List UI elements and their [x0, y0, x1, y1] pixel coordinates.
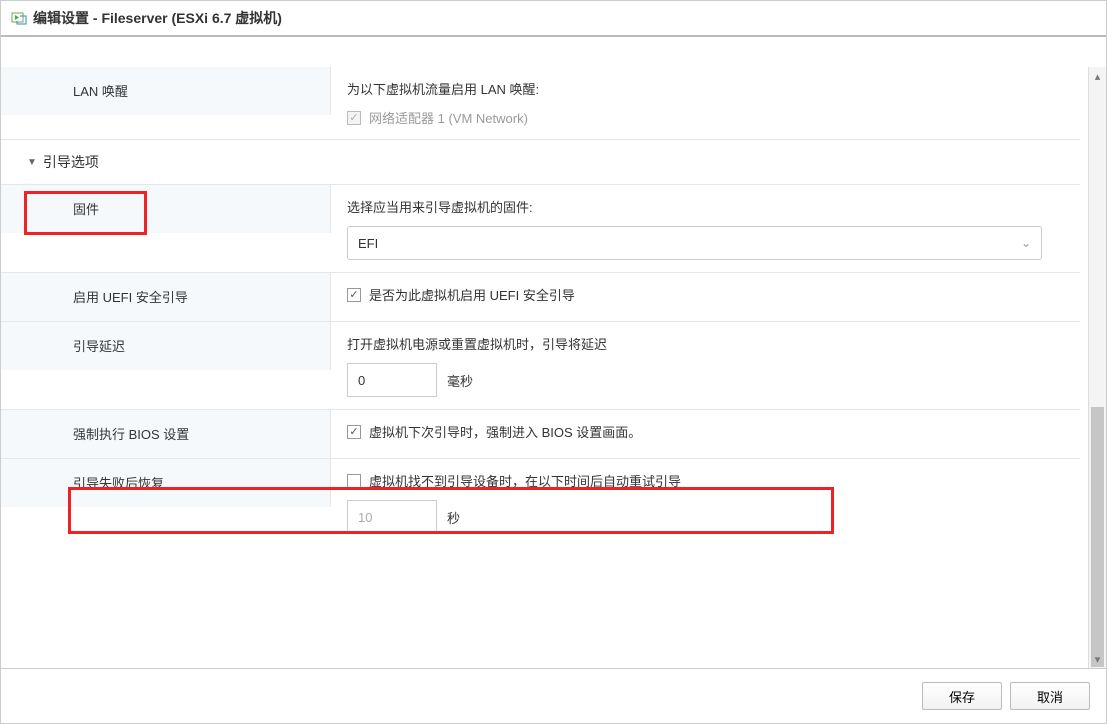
form-area: LAN 唤醒 为以下虚拟机流量启用 LAN 唤醒: 网络适配器 1 (VM Ne…: [1, 67, 1088, 668]
value-firmware: 选择应当用来引导虚拟机的固件: EFI ⌄: [331, 185, 1080, 272]
firmware-desc: 选择应当用来引导虚拟机的固件:: [347, 197, 1064, 216]
value-lan-wake: 为以下虚拟机流量启用 LAN 唤醒: 网络适配器 1 (VM Network): [331, 67, 1080, 139]
value-boot-fail-retry: 虚拟机找不到引导设备时，在以下时间后自动重试引导 秒: [331, 459, 1080, 546]
label-text: 强制执行 BIOS 设置: [73, 424, 189, 443]
force-bios-label: 虚拟机下次引导时，强制进入 BIOS 设置画面。: [369, 422, 641, 441]
boot-options-header[interactable]: ▼ 引导选项: [1, 140, 1080, 184]
boot-fail-retry-input: [347, 500, 437, 534]
vm-icon: [11, 10, 27, 26]
checkbox-uefi-secure[interactable]: [347, 288, 361, 302]
label-boot-delay: 引导延迟: [1, 322, 331, 370]
label-text: 启用 UEFI 安全引导: [73, 287, 188, 306]
boot-fail-retry-unit: 秒: [447, 508, 460, 527]
lan-wake-desc: 为以下虚拟机流量启用 LAN 唤醒:: [347, 79, 1064, 98]
save-button[interactable]: 保存: [922, 682, 1002, 710]
row-firmware: 固件 选择应当用来引导虚拟机的固件: EFI ⌄: [1, 184, 1080, 272]
row-boot-section: ▼ 引导选项: [1, 139, 1080, 184]
row-lan-wake: LAN 唤醒 为以下虚拟机流量启用 LAN 唤醒: 网络适配器 1 (VM Ne…: [1, 67, 1080, 139]
boot-section-label: 引导选项: [43, 152, 99, 172]
label-text: 引导失败后恢复: [73, 473, 164, 492]
content: LAN 唤醒 为以下虚拟机流量启用 LAN 唤醒: 网络适配器 1 (VM Ne…: [1, 37, 1106, 669]
checkbox-force-bios[interactable]: [347, 425, 361, 439]
boot-fail-line: 秒: [347, 500, 1064, 534]
label-lan-wake: LAN 唤醒: [1, 67, 331, 115]
titlebar: 编辑设置 - Fileserver (ESXi 6.7 虚拟机): [1, 1, 1106, 37]
value-force-bios: 虚拟机下次引导时，强制进入 BIOS 设置画面。: [331, 410, 1080, 453]
vertical-scrollbar[interactable]: ▴ ▾: [1088, 67, 1106, 668]
value-boot-delay: 打开虚拟机电源或重置虚拟机时，引导将延迟 毫秒: [331, 322, 1080, 409]
label-force-bios: 强制执行 BIOS 设置: [1, 410, 331, 458]
checkbox-boot-fail-retry[interactable]: [347, 474, 361, 488]
uefi-secure-label: 是否为此虚拟机启用 UEFI 安全引导: [369, 285, 575, 304]
row-boot-delay: 引导延迟 打开虚拟机电源或重置虚拟机时，引导将延迟 毫秒: [1, 321, 1080, 409]
row-force-bios: 强制执行 BIOS 设置 虚拟机下次引导时，强制进入 BIOS 设置画面。: [1, 409, 1080, 458]
force-bios-check: 虚拟机下次引导时，强制进入 BIOS 设置画面。: [347, 422, 1064, 441]
label-text: 引导延迟: [73, 336, 125, 355]
scroll-thumb[interactable]: [1091, 407, 1104, 667]
label-text: 固件: [73, 199, 99, 218]
label-text: LAN 唤醒: [73, 81, 128, 100]
boot-delay-input[interactable]: [347, 363, 437, 397]
scroll-down-arrow-icon[interactable]: ▾: [1089, 650, 1106, 668]
edit-settings-dialog: 编辑设置 - Fileserver (ESXi 6.7 虚拟机) LAN 唤醒 …: [0, 0, 1107, 724]
caret-down-icon: ▼: [27, 157, 37, 168]
boot-fail-label: 虚拟机找不到引导设备时，在以下时间后自动重试引导: [369, 471, 681, 490]
value-uefi-secure: 是否为此虚拟机启用 UEFI 安全引导: [331, 273, 1080, 316]
lan-wake-adapter: 网络适配器 1 (VM Network): [347, 108, 1064, 127]
uefi-secure-check: 是否为此虚拟机启用 UEFI 安全引导: [347, 285, 1064, 304]
label-uefi-secure: 启用 UEFI 安全引导: [1, 273, 331, 321]
firmware-select[interactable]: EFI ⌄: [347, 226, 1042, 260]
label-firmware: 固件: [1, 185, 331, 233]
window-title: 编辑设置 - Fileserver (ESXi 6.7 虚拟机): [33, 8, 282, 28]
scroll-up-arrow-icon[interactable]: ▴: [1089, 67, 1106, 85]
boot-delay-line: 毫秒: [347, 363, 1064, 397]
label-boot-fail-retry: 引导失败后恢复: [1, 459, 331, 507]
boot-fail-check: 虚拟机找不到引导设备时，在以下时间后自动重试引导: [347, 471, 1064, 490]
row-uefi-secure: 启用 UEFI 安全引导 是否为此虚拟机启用 UEFI 安全引导: [1, 272, 1080, 321]
chevron-down-icon: ⌄: [1021, 236, 1031, 250]
lan-wake-adapter-label: 网络适配器 1 (VM Network): [369, 108, 528, 127]
row-boot-fail-retry: 引导失败后恢复 虚拟机找不到引导设备时，在以下时间后自动重试引导 秒: [1, 458, 1080, 546]
cancel-button[interactable]: 取消: [1010, 682, 1090, 710]
boot-delay-desc: 打开虚拟机电源或重置虚拟机时，引导将延迟: [347, 334, 1064, 353]
boot-delay-unit: 毫秒: [447, 371, 473, 390]
dialog-footer: 保存 取消: [1, 669, 1106, 723]
firmware-selected: EFI: [358, 236, 378, 251]
checkbox-lan-wake: [347, 111, 361, 125]
